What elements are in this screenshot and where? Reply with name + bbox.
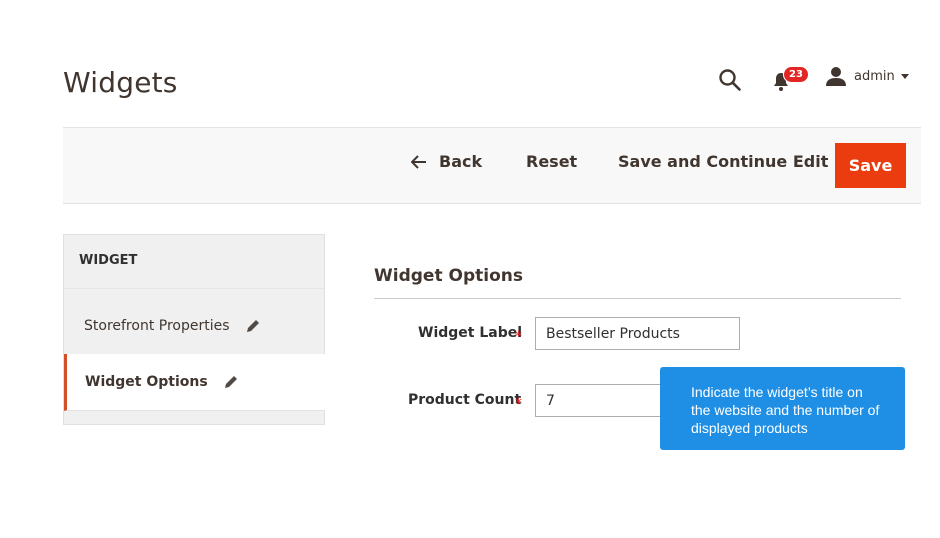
notification-count-badge: 23	[783, 66, 809, 83]
search-icon[interactable]	[718, 68, 742, 92]
section-divider	[374, 298, 901, 299]
section-title: Widget Options	[374, 266, 523, 286]
page-title: Widgets	[63, 66, 178, 99]
widget-sidebar: WIDGET Storefront Properties Widget Opti…	[63, 234, 325, 425]
widget-label-input[interactable]	[535, 317, 740, 350]
reset-button[interactable]: Reset	[526, 152, 577, 171]
product-count-label: Product Count	[408, 392, 522, 408]
sidebar-item-label: Storefront Properties	[84, 317, 230, 334]
sidebar-item-label: Widget Options	[85, 374, 208, 390]
pencil-icon	[224, 376, 237, 388]
user-name: admin	[854, 68, 895, 84]
arrow-left-icon	[411, 154, 426, 169]
sidebar-title: WIDGET	[64, 235, 324, 289]
page-actions-toolbar: Back Reset Save and Continue Edit Save	[63, 127, 921, 204]
sidebar-item-storefront-properties[interactable]: Storefront Properties	[64, 297, 325, 354]
caret-down-icon	[900, 73, 909, 79]
save-and-continue-button[interactable]: Save and Continue Edit	[618, 152, 828, 171]
pencil-icon	[246, 319, 259, 332]
widget-label-label: Widget Label	[418, 325, 523, 341]
back-label: Back	[439, 152, 483, 171]
required-asterisk: *	[515, 329, 522, 345]
user-menu[interactable]: admin	[826, 66, 909, 86]
required-asterisk: *	[515, 396, 522, 412]
help-tooltip: Indicate the widget’s title on the websi…	[660, 367, 905, 450]
save-button[interactable]: Save	[835, 143, 906, 188]
notifications-button[interactable]: 23	[772, 66, 812, 94]
user-icon	[826, 67, 846, 86]
back-button[interactable]: Back	[411, 152, 482, 171]
sidebar-item-widget-options[interactable]: Widget Options	[64, 354, 325, 411]
